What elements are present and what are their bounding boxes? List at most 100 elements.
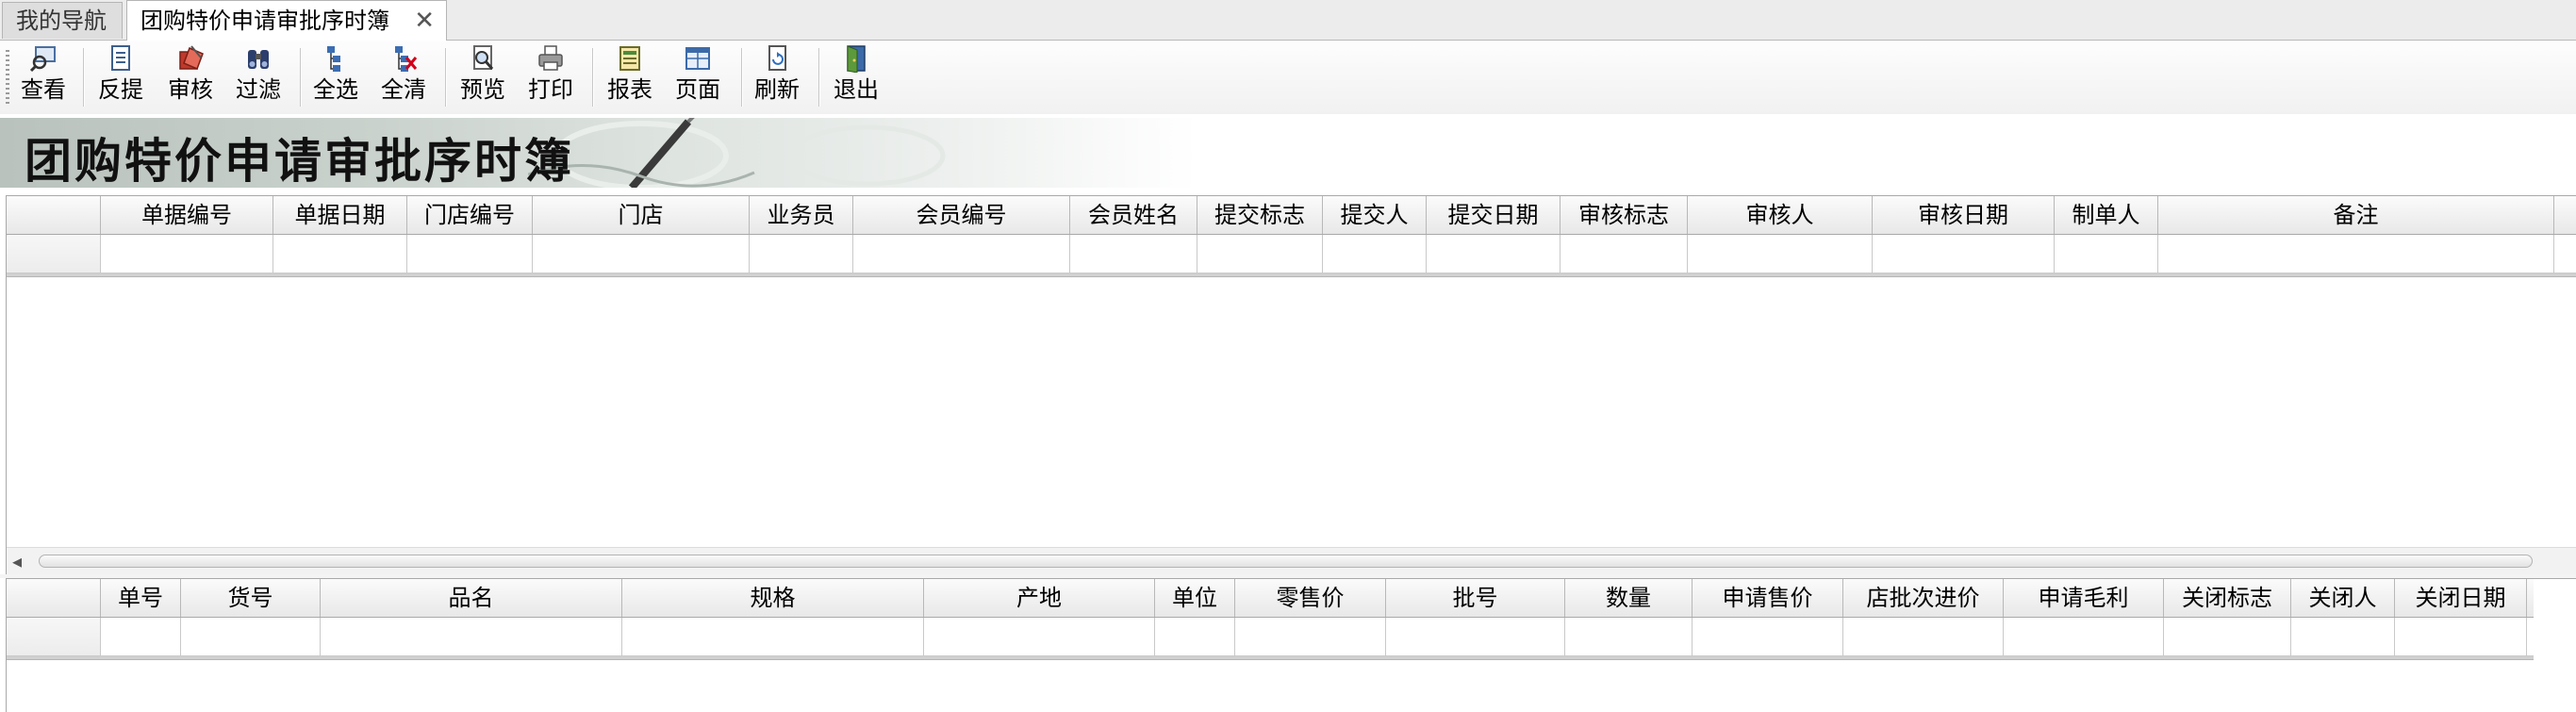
row-selector-header[interactable]: [7, 196, 101, 234]
page-setup-button[interactable]: 页面: [669, 44, 726, 110]
column-header[interactable]: 批号: [1386, 579, 1565, 617]
table-cell[interactable]: [2055, 235, 2158, 273]
table-cell[interactable]: [1155, 618, 1235, 655]
column-header[interactable]: 货号: [181, 579, 321, 617]
column-header[interactable]: 零售价: [1235, 579, 1386, 617]
column-header[interactable]: 备注: [2158, 196, 2554, 234]
refresh-button[interactable]: 刷新: [749, 44, 805, 110]
table-cell[interactable]: [1323, 235, 1427, 273]
report-button[interactable]: 报表: [602, 44, 658, 110]
table-cell[interactable]: [533, 235, 750, 273]
column-header[interactable]: 品名: [321, 579, 622, 617]
table-cell[interactable]: [853, 235, 1070, 273]
table-cell[interactable]: [2291, 618, 2395, 655]
table-cell[interactable]: [1235, 618, 1386, 655]
table-cell[interactable]: [1070, 235, 1197, 273]
toolbar-grip[interactable]: [6, 50, 9, 105]
column-header[interactable]: 单据日期: [273, 196, 407, 234]
table-row[interactable]: [7, 235, 2576, 273]
table-cell[interactable]: [750, 235, 853, 273]
column-header[interactable]: 业务员: [750, 196, 853, 234]
table-cell[interactable]: [1386, 618, 1565, 655]
column-header[interactable]: 门店: [533, 196, 750, 234]
grid-end-line: [7, 656, 2534, 660]
tab-group-buy-approval-label: 团购特价申请审批序时簿: [140, 8, 389, 34]
table-cell[interactable]: [1427, 235, 1560, 273]
table-cell[interactable]: [101, 235, 273, 273]
filter-button[interactable]: 过滤: [230, 44, 287, 110]
tab-group-buy-approval[interactable]: 团购特价申请审批序时簿 ✕: [126, 0, 447, 41]
column-header[interactable]: 单号: [101, 579, 181, 617]
column-header[interactable]: 关闭标志: [2164, 579, 2291, 617]
column-header[interactable]: 提交人: [1323, 196, 1427, 234]
column-header[interactable]: 数量: [1565, 579, 1693, 617]
table-cell[interactable]: [101, 618, 181, 655]
exit-button[interactable]: 退出: [828, 44, 884, 110]
table-cell[interactable]: [2158, 235, 2554, 273]
print-button[interactable]: 打印: [522, 44, 579, 110]
table-cell[interactable]: [2395, 618, 2527, 655]
column-header[interactable]: 产地: [924, 579, 1155, 617]
unsubmit-button[interactable]: 反提: [92, 44, 149, 110]
table-cell[interactable]: [1873, 235, 2055, 273]
column-header[interactable]: 审核人: [1688, 196, 1873, 234]
table-cell[interactable]: [1688, 235, 1873, 273]
table-cell[interactable]: [924, 618, 1155, 655]
scroll-left-arrow-icon[interactable]: ◂: [12, 550, 22, 572]
column-header[interactable]: 规格: [622, 579, 924, 617]
table-cell[interactable]: [1560, 235, 1688, 273]
row-selector-header[interactable]: [7, 579, 101, 617]
page-setup-button-label: 页面: [675, 76, 720, 103]
clear-all-button[interactable]: 全清: [375, 44, 432, 110]
table-cell[interactable]: [1565, 618, 1693, 655]
approve-button[interactable]: 审核: [162, 44, 219, 110]
refresh-icon: [768, 45, 786, 71]
master-grid[interactable]: 单据编号 单据日期 门店编号 门店 业务员 会员编号 会员姓名 提交标志 提交人 提交日期 审核标志…: [6, 195, 2576, 575]
column-header[interactable]: 单位: [1155, 579, 1235, 617]
row-selector[interactable]: [7, 235, 101, 273]
select-all-button[interactable]: 全选: [307, 44, 364, 110]
row-selector[interactable]: [7, 618, 101, 655]
detail-grid[interactable]: 单号 货号 品名 规格 产地 单位 零售价 批号 数量 申请售价 店批次进价 申请毛利 关闭标志 关闭人关…: [6, 578, 2576, 712]
table-cell[interactable]: [273, 235, 407, 273]
table-cell[interactable]: [1693, 618, 1843, 655]
column-header[interactable]: 关闭人: [2291, 579, 2395, 617]
filter-binoculars-icon: [248, 50, 269, 69]
view-button-label: 查看: [21, 76, 66, 103]
table-cell[interactable]: [1843, 618, 2004, 655]
table-cell[interactable]: [2164, 618, 2291, 655]
column-header[interactable]: 提交日期: [1427, 196, 1560, 234]
table-cell[interactable]: [321, 618, 622, 655]
table-cell[interactable]: [1197, 235, 1323, 273]
tab-my-navigation[interactable]: 我的导航: [2, 2, 123, 39]
table-cell[interactable]: [407, 235, 533, 273]
table-cell[interactable]: [622, 618, 924, 655]
column-header[interactable]: 审核标志: [1560, 196, 1688, 234]
approve-icon: [179, 45, 204, 70]
toolbar-separator: [741, 48, 743, 107]
close-icon[interactable]: ✕: [414, 1, 435, 41]
column-header[interactable]: 会员姓名: [1070, 196, 1197, 234]
column-header[interactable]: 提交标志: [1197, 196, 1323, 234]
column-header[interactable]: 店批次进价: [1843, 579, 2004, 617]
column-header[interactable]: 门店编号: [407, 196, 533, 234]
column-header[interactable]: 会员编号: [853, 196, 1070, 234]
table-row[interactable]: [7, 618, 2534, 656]
column-header[interactable]: 关闭日期: [2395, 579, 2527, 617]
column-header[interactable]: 单据编号: [101, 196, 273, 234]
column-header[interactable]: 制单人: [2055, 196, 2158, 234]
page-banner: 团购特价申请审批序时簿: [0, 118, 1197, 188]
clear-all-icon: [395, 46, 418, 72]
horizontal-scrollbar[interactable]: ◂: [7, 547, 2576, 574]
view-button[interactable]: 查看: [15, 44, 72, 110]
toolbar-separator: [445, 48, 447, 107]
table-cell[interactable]: [2004, 618, 2164, 655]
print-preview-button[interactable]: 预览: [454, 44, 511, 110]
toolbar-separator: [300, 48, 302, 107]
select-all-icon: [327, 46, 340, 72]
column-header[interactable]: 申请售价: [1693, 579, 1843, 617]
column-header[interactable]: 审核日期: [1873, 196, 2055, 234]
table-cell[interactable]: [181, 618, 321, 655]
scrollbar-thumb[interactable]: [39, 555, 2533, 568]
column-header[interactable]: 申请毛利: [2004, 579, 2164, 617]
